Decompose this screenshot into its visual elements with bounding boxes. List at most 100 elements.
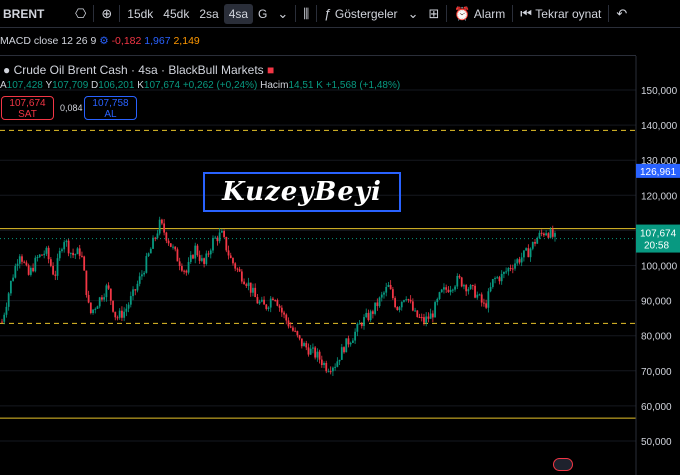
- candle-body: [98, 297, 101, 307]
- candle-body: [94, 308, 97, 310]
- candle-body: [542, 233, 545, 236]
- candle-body: [371, 311, 374, 314]
- candle-body: [220, 231, 223, 233]
- candle-body: [112, 300, 114, 312]
- candle-body: [23, 261, 26, 263]
- candle-body: [58, 250, 61, 259]
- buy-button[interactable]: 107,758 AL: [84, 96, 137, 120]
- candle-body: [320, 359, 323, 366]
- candle-body: [194, 245, 197, 259]
- candle-body: [61, 249, 63, 251]
- candle-body: [123, 311, 126, 318]
- last-price-label: 107,674: [640, 229, 677, 240]
- candle-body: [365, 312, 368, 318]
- candle-body: [338, 359, 341, 362]
- candle-body: [296, 331, 299, 336]
- candle-body: [409, 299, 412, 302]
- candle-body: [376, 302, 379, 307]
- candle-body: [203, 258, 206, 264]
- candle-body: [443, 287, 445, 290]
- candle-body: [167, 240, 170, 244]
- candle-body: [509, 268, 512, 270]
- candle-body: [25, 262, 28, 266]
- candle-body: [549, 229, 552, 238]
- candle-body: [154, 237, 157, 239]
- price-tick-label: 70,000: [641, 367, 672, 378]
- buy-label: AL: [104, 109, 117, 120]
- candle-body: [174, 246, 177, 250]
- candle-body: [147, 253, 150, 257]
- candle-body: [132, 289, 134, 297]
- candle-body: [307, 347, 310, 355]
- candle-body: [529, 248, 532, 258]
- candle-body: [229, 255, 232, 259]
- candle-body: [494, 278, 496, 280]
- candle-body: [336, 361, 339, 367]
- candle-body: [323, 362, 325, 366]
- candle-body: [9, 280, 12, 294]
- candle-body: [425, 316, 428, 323]
- candle-body: [232, 258, 234, 264]
- candle-body: [27, 265, 30, 275]
- candle-body: [238, 269, 241, 272]
- candle-body: [240, 271, 243, 282]
- candle-body: [374, 302, 377, 314]
- candle-body: [500, 273, 503, 282]
- candle-body: [198, 255, 201, 261]
- candle-body: [256, 297, 259, 304]
- candle-body: [163, 223, 166, 233]
- candle-body: [325, 362, 328, 372]
- candle-body: [49, 259, 52, 266]
- candle-body: [485, 303, 488, 308]
- candle-body: [107, 285, 110, 289]
- candle-body: [545, 233, 548, 236]
- candle-body: [185, 270, 188, 273]
- candle-body: [258, 301, 261, 304]
- candle-body: [263, 299, 265, 305]
- candle-body: [427, 316, 430, 319]
- candle-body: [96, 306, 99, 309]
- candle-body: [387, 284, 390, 287]
- candle-body: [305, 343, 308, 348]
- candle-body: [538, 232, 541, 238]
- candle-body: [274, 300, 277, 302]
- candle-body: [367, 312, 370, 321]
- open-value: 107,428: [6, 80, 43, 91]
- candle-body: [332, 367, 334, 372]
- candle-body: [38, 254, 41, 257]
- candle-body: [189, 255, 192, 262]
- candle-body: [300, 338, 303, 347]
- candle-body: [18, 256, 21, 264]
- countdown-label: 20:58: [644, 241, 669, 252]
- flag-icon[interactable]: ■: [267, 63, 274, 77]
- symbol-title: Crude Oil Brent Cash · 4sa · BlackBull M…: [13, 63, 264, 77]
- candle-body: [136, 283, 139, 291]
- candle-body: [5, 306, 8, 315]
- candle-body: [405, 299, 408, 301]
- candle-body: [32, 267, 34, 272]
- candle-body: [125, 308, 128, 312]
- candle-body: [103, 297, 106, 300]
- candle-body: [121, 310, 123, 318]
- candle-body: [43, 253, 46, 256]
- open-key: A: [0, 80, 7, 91]
- candle-body: [245, 284, 248, 286]
- close-key: K: [137, 80, 144, 91]
- candle-body: [129, 296, 132, 305]
- candle-body: [312, 347, 314, 349]
- candle-body: [389, 284, 392, 290]
- candle-body: [54, 274, 57, 276]
- candle-body: [89, 302, 92, 314]
- sell-button[interactable]: 107,674 SAT: [1, 96, 54, 120]
- candle-body: [554, 233, 556, 237]
- candle-body: [196, 245, 199, 256]
- candle-body: [298, 335, 301, 339]
- candle-body: [236, 268, 239, 270]
- candle-body: [72, 252, 74, 256]
- candle-body: [451, 289, 454, 291]
- change-value: +0,262 (+0,24%): [182, 80, 258, 91]
- market-status-icon: ●: [3, 63, 11, 77]
- candle-body: [267, 307, 270, 309]
- country-flag-icon[interactable]: [553, 458, 573, 471]
- candle-body: [172, 246, 174, 248]
